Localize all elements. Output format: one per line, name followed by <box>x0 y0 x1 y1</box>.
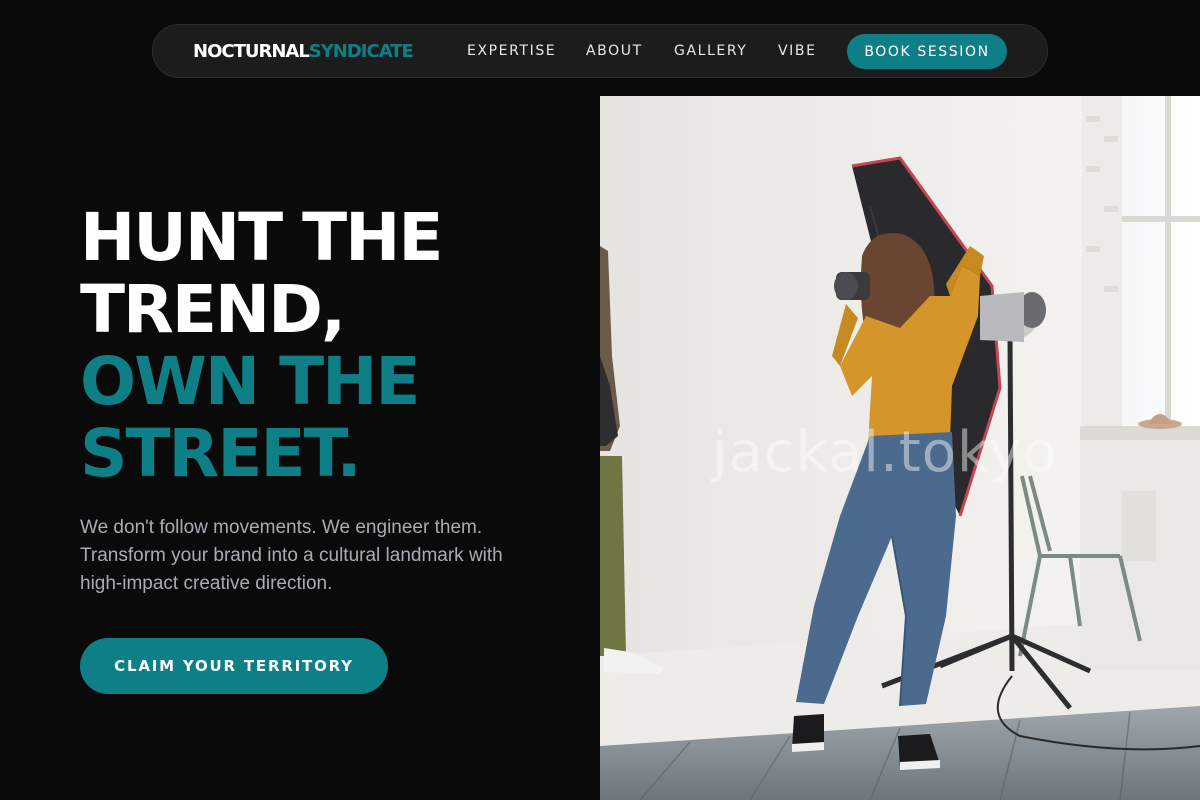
logo-primary: NOCTURNAL <box>193 41 310 62</box>
headline-line-2: TREND, <box>80 271 346 348</box>
nav-link-expertise[interactable]: EXPERTISE <box>467 43 556 59</box>
claim-territory-button[interactable]: CLAIM YOUR TERRITORY <box>80 638 388 694</box>
logo-secondary: SYNDICATE <box>308 41 414 62</box>
hero-subtitle: We don't follow movements. We engineer t… <box>80 517 503 594</box>
nav-link-about[interactable]: ABOUT <box>586 43 643 59</box>
headline-line-4: STREET. <box>80 415 362 492</box>
headline-line-3: OWN THE <box>80 343 420 420</box>
book-session-button[interactable]: BOOK SESSION <box>847 34 1007 69</box>
headline-line-1: HUNT THE <box>80 199 443 276</box>
hero-image <box>600 96 1200 800</box>
logo[interactable]: NOCTURNALSYNDICATE <box>193 41 414 62</box>
nav-link-gallery[interactable]: GALLERY <box>674 43 747 59</box>
nav-link-vibe[interactable]: VIBE <box>778 43 817 59</box>
hero-headline: HUNT THE TREND, OWN THE STREET. <box>80 199 443 492</box>
top-nav: NOCTURNALSYNDICATE EXPERTISE ABOUT GALLE… <box>152 24 1048 78</box>
